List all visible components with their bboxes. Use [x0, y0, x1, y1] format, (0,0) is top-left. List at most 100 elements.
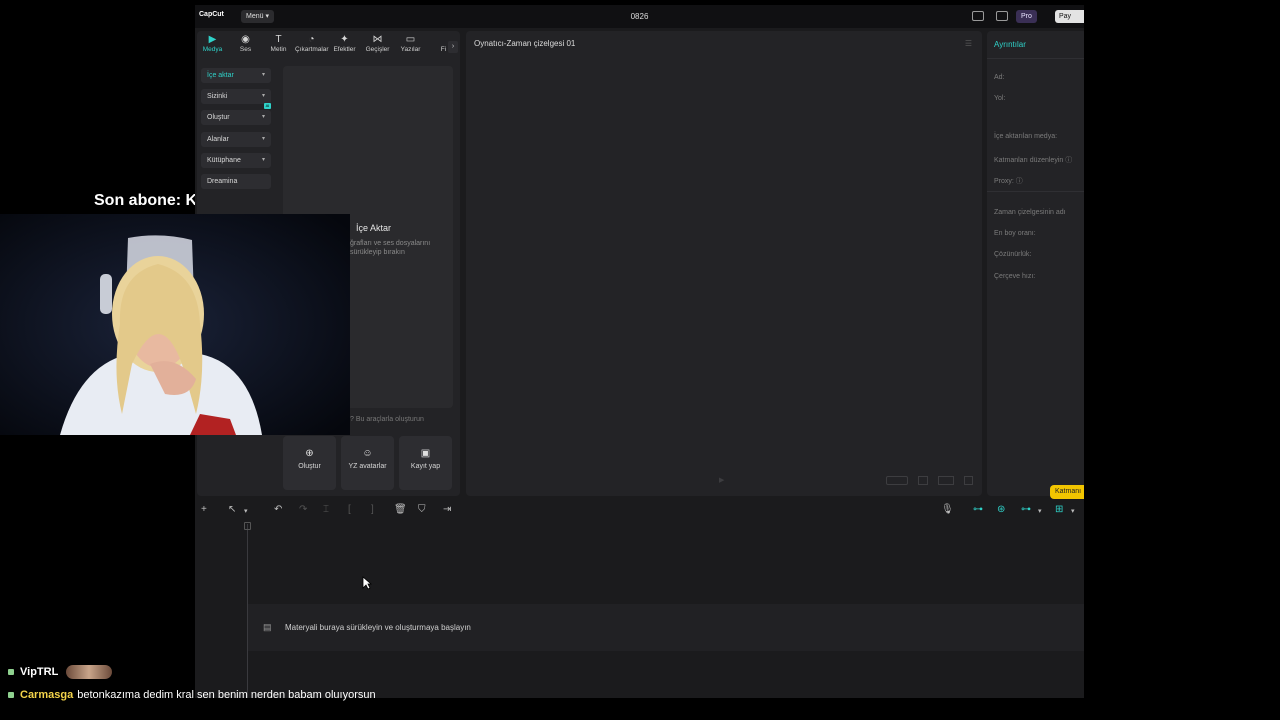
microphone-icon[interactable]: 🎙: [941, 505, 954, 515]
fullscreen-icon[interactable]: [964, 476, 973, 485]
sidebar-item-5[interactable]: Dreamina: [201, 174, 271, 189]
media-icon: ▶: [208, 34, 217, 45]
details-divider: [987, 58, 1084, 59]
sidebar-item-3[interactable]: Alanlar ▾: [201, 132, 271, 147]
chevron-down-icon[interactable]: ▾: [1071, 507, 1075, 517]
audio-icon: ◉: [241, 34, 250, 45]
chat-badge-icon: [8, 692, 14, 699]
freeze-icon[interactable]: ⇥: [443, 505, 451, 515]
tab-text[interactable]: T Metin: [262, 33, 295, 57]
detail-field-label: Yol:: [994, 95, 1006, 102]
playhead-handle-icon[interactable]: [244, 522, 251, 530]
sidebar-item-label: Sizinki: [207, 93, 228, 100]
detail-field-label: Zaman çizelgesinin adı: [994, 209, 1066, 216]
tab-label: Çıkartmalar: [295, 46, 329, 53]
undo-icon[interactable]: ↶: [274, 505, 282, 515]
tabs-scroll-right-icon[interactable]: ›: [448, 41, 458, 53]
tools-label: ? Bu araçlarla oluşturun: [350, 416, 424, 423]
edit-layers-button[interactable]: Katmanı: [1050, 485, 1084, 499]
detail-field-label: Proxy: ⓘ: [994, 178, 1023, 185]
sidebar-item-label: Oluştur: [207, 114, 230, 121]
project-title: 0826: [630, 12, 649, 21]
tab-sticker[interactable]: ◔ Çıkartmalar: [295, 33, 329, 57]
tab-label: Geçişler: [365, 46, 390, 53]
track-drop-text: Materyali buraya sürükleyin ve oluşturma…: [285, 623, 471, 632]
detail-field-label: Çözünürlük:: [994, 251, 1032, 258]
detail-field-label: Çerçeve hızı:: [994, 273, 1036, 280]
keyboard-icon[interactable]: [996, 11, 1008, 21]
tool-card-label: Oluştur: [298, 463, 321, 470]
shield-icon[interactable]: ⛉: [418, 505, 426, 515]
ratio-icon[interactable]: [886, 476, 908, 485]
text-icon: T: [275, 34, 282, 45]
split-icon[interactable]: ⌶: [323, 505, 329, 515]
details-title: Ayrıntılar: [994, 40, 1026, 49]
detail-field-label: En boy oranı:: [994, 230, 1036, 237]
sidebar-item-4[interactable]: Kütüphane ▾: [201, 153, 271, 168]
chat-emote-icon: [66, 665, 113, 679]
player-title: Oynatıcı-Zaman çizelgesi 01: [474, 39, 576, 48]
import-title: İçe Aktar: [356, 223, 392, 233]
webcam-feed: [0, 214, 350, 435]
sidebar-item-0[interactable]: İçe aktar ▾: [201, 68, 271, 83]
sidebar-item-2[interactable]: Oluştur ▾ AI: [201, 103, 271, 125]
captions-icon: ▭: [405, 34, 416, 45]
layout-icon[interactable]: [972, 11, 984, 21]
details-panel: Ayrıntılar Ad: Yol: İçe aktarılan medya: Ka…: [987, 31, 1084, 496]
tab-label: Yazılar: [400, 46, 421, 53]
trim-right-icon[interactable]: ]: [371, 505, 374, 515]
zoom-icon[interactable]: ⊞: [1055, 505, 1063, 515]
tool-card-ai-avatar[interactable]: ☺ YZ avatarlar: [341, 436, 394, 490]
tool-card-create[interactable]: ⊕ Oluştur: [283, 436, 336, 490]
tab-effects[interactable]: ✦ Efektler: [328, 33, 361, 57]
sidebar-item-label: Kütüphane: [207, 157, 241, 164]
chevron-down-icon: ▾: [261, 157, 265, 163]
chevron-down-icon[interactable]: ▾: [1038, 507, 1042, 517]
tab-media[interactable]: ▶ Medya: [196, 33, 229, 57]
film-icon: ▤: [263, 622, 272, 632]
delete-icon[interactable]: 🗑: [394, 505, 407, 515]
ai-badge: AI: [264, 103, 271, 109]
tab-captions[interactable]: ▭ Yazılar: [394, 33, 427, 57]
details-divider: [987, 191, 1084, 192]
chat-message: VipTRL: [8, 665, 113, 679]
tab-label: Efektler: [333, 46, 356, 53]
detail-field-label: Ad:: [994, 74, 1005, 81]
quality-icon[interactable]: [938, 476, 954, 485]
tool-card-record[interactable]: ▣ Kayıt yap: [399, 436, 452, 490]
redo-icon[interactable]: ↷: [299, 505, 307, 515]
pay-button[interactable]: Pay: [1055, 10, 1084, 23]
magnet-icon[interactable]: ⊶: [973, 505, 983, 515]
chevron-down-icon: ▾: [261, 93, 265, 99]
chevron-down-icon[interactable]: ▾: [244, 507, 248, 517]
record-icon: ▣: [420, 448, 431, 459]
detail-field-label: İçe aktarılan medya:: [994, 133, 1058, 140]
tab-label: Metin: [270, 46, 287, 53]
sidebar-item-label: Alanlar: [207, 136, 229, 143]
crop-icon[interactable]: [918, 476, 928, 485]
sticker-icon: ◔: [308, 34, 315, 45]
sidebar-item-1[interactable]: Sizinki ▾: [201, 89, 271, 104]
ai-avatar-icon: ☺: [362, 448, 373, 459]
tab-label: Ses: [239, 46, 252, 53]
chevron-down-icon: ▾: [261, 136, 265, 142]
mouse-cursor-icon: [362, 576, 372, 590]
tab-transitions[interactable]: ⋈ Geçişler: [361, 33, 394, 57]
pro-button[interactable]: Pro: [1016, 10, 1037, 23]
import-subtitle: ğrafları ve ses dosyalarını sürükleyip b…: [350, 240, 431, 256]
title-bar: CapCut Menü ▾ 0826 Pro Pay: [195, 5, 1084, 28]
chat-text: betonkazıma dedim kral sen benim nerden …: [77, 689, 376, 701]
chat-username: Carmasga: [20, 689, 74, 701]
player-menu-icon[interactable]: ☰: [965, 39, 972, 48]
select-tool-icon[interactable]: ↖: [228, 505, 236, 515]
trim-left-icon[interactable]: [: [348, 505, 351, 515]
link-icon[interactable]: ⊛: [997, 505, 1005, 515]
tool-card-label: YZ avatarlar: [348, 463, 387, 470]
chat-username: VipTRL: [20, 665, 59, 678]
preview-axis-icon[interactable]: ⊶: [1021, 505, 1031, 515]
player-panel: Oynatıcı-Zaman çizelgesi 01 ☰ ▶: [466, 31, 982, 496]
effects-icon: ✦: [340, 34, 349, 45]
tab-audio[interactable]: ◉ Ses: [229, 33, 262, 57]
play-icon[interactable]: ▶: [719, 476, 724, 484]
add-icon[interactable]: +: [201, 505, 207, 515]
